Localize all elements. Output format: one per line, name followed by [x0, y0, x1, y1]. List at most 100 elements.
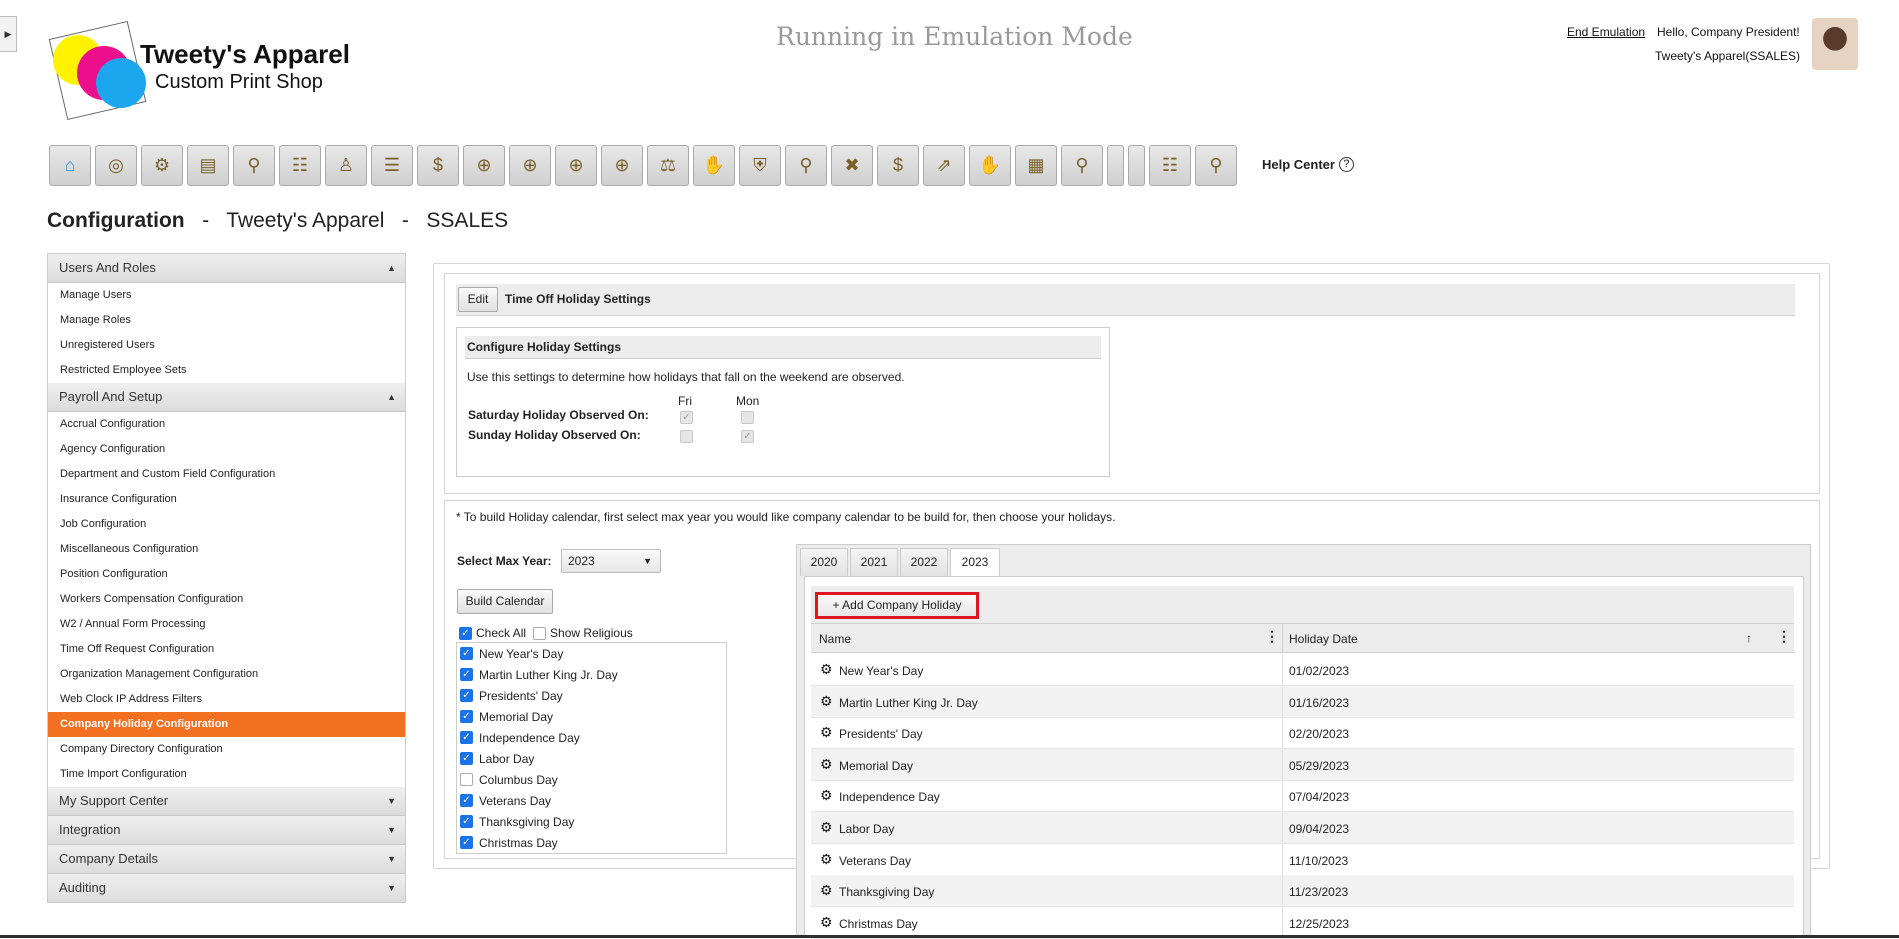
- sort-ascending-icon[interactable]: ↑: [1746, 631, 1752, 645]
- toolbar-button[interactable]: ▦: [1015, 145, 1057, 186]
- gear-icon[interactable]: ⚙: [820, 661, 833, 678]
- holiday-checkbox[interactable]: ✓: [460, 836, 473, 849]
- toolbar-button[interactable]: ⚲: [1195, 145, 1237, 186]
- column-header-name[interactable]: Name: [819, 632, 851, 646]
- sidebar-item[interactable]: Accrual Configuration: [48, 412, 405, 437]
- toolbar-button[interactable]: ⊕: [555, 145, 597, 186]
- side-panel-toggle[interactable]: ▶: [0, 16, 17, 52]
- toolbar-button[interactable]: ☰: [371, 145, 413, 186]
- sidebar-item[interactable]: Restricted Employee Sets: [48, 358, 405, 383]
- sidebar-section-header[interactable]: Company Details ▼: [48, 845, 405, 874]
- build-calendar-button[interactable]: Build Calendar: [457, 589, 553, 614]
- table-row[interactable]: ⚙ Martin Luther King Jr. Day 01/16/2023: [811, 685, 1794, 718]
- toolbar-button[interactable]: ⛨: [739, 145, 781, 186]
- toolbar-button[interactable]: ✖: [831, 145, 873, 186]
- sidebar-item[interactable]: Position Configuration: [48, 562, 405, 587]
- sidebar-item[interactable]: Company Directory Configuration: [48, 737, 405, 762]
- holiday-checklist-item[interactable]: ✓ New Year's Day: [457, 643, 726, 664]
- toolbar-button[interactable]: ▤: [187, 145, 229, 186]
- max-year-select[interactable]: 2023 ▼: [561, 549, 661, 573]
- table-row[interactable]: ⚙ Christmas Day 12/25/2023: [811, 906, 1794, 939]
- sidebar-item[interactable]: Insurance Configuration: [48, 487, 405, 512]
- sidebar-section-header[interactable]: Integration ▼: [48, 816, 405, 845]
- sunday-fri-checkbox[interactable]: [680, 430, 693, 443]
- toolbar-button[interactable]: [1128, 145, 1145, 186]
- check-all-checkbox[interactable]: ✓: [459, 626, 472, 640]
- holiday-checklist-item[interactable]: ✓ Thanksgiving Day: [457, 811, 726, 832]
- column-menu-icon[interactable]: ⋮: [1777, 628, 1791, 645]
- table-row[interactable]: ⚙ Presidents' Day 02/20/2023: [811, 717, 1794, 750]
- sidebar-section-header[interactable]: Users And Roles ▲: [48, 254, 405, 283]
- holiday-checkbox[interactable]: [460, 773, 473, 786]
- gear-icon[interactable]: ⚙: [820, 787, 833, 804]
- edit-button[interactable]: Edit: [458, 287, 498, 312]
- holiday-checkbox[interactable]: ✓: [460, 794, 473, 807]
- check-all-label[interactable]: Check All: [476, 626, 526, 640]
- holiday-checklist-item[interactable]: ✓ Labor Day: [457, 748, 726, 769]
- toolbar-button[interactable]: ⚖: [647, 145, 689, 186]
- sidebar-item[interactable]: Company Holiday Configuration: [48, 712, 405, 737]
- table-row[interactable]: ⚙ Veterans Day 11/10/2023: [811, 843, 1794, 876]
- sidebar-item[interactable]: Organization Management Configuration: [48, 662, 405, 687]
- tab-year-2022[interactable]: 2022: [900, 548, 948, 576]
- toolbar-button[interactable]: $: [877, 145, 919, 186]
- table-row[interactable]: ⚙ New Year's Day 01/02/2023: [811, 654, 1794, 686]
- gear-icon[interactable]: ⚙: [820, 882, 833, 899]
- toolbar-button[interactable]: ⊕: [463, 145, 505, 186]
- holiday-checklist-item[interactable]: ✓ Veterans Day: [457, 790, 726, 811]
- holiday-checkbox[interactable]: ✓: [460, 647, 473, 660]
- saturday-fri-checkbox[interactable]: ✓: [680, 411, 693, 424]
- sidebar-item[interactable]: Department and Custom Field Configuratio…: [48, 462, 405, 487]
- toolbar-button[interactable]: ⚲: [785, 145, 827, 186]
- avatar[interactable]: [1812, 18, 1858, 70]
- sidebar-item[interactable]: Miscellaneous Configuration: [48, 537, 405, 562]
- table-row[interactable]: ⚙ Labor Day 09/04/2023: [811, 812, 1794, 844]
- holiday-checklist-item[interactable]: ✓ Presidents' Day: [457, 685, 726, 706]
- sidebar-item[interactable]: Job Configuration: [48, 512, 405, 537]
- help-center-link[interactable]: Help Center ?: [1262, 157, 1354, 172]
- sidebar-section-header[interactable]: Payroll And Setup ▲: [48, 383, 405, 412]
- gear-icon[interactable]: ⚙: [820, 851, 833, 868]
- holiday-checkbox[interactable]: ✓: [460, 752, 473, 765]
- toolbar-button[interactable]: ✋: [693, 145, 735, 186]
- toolbar-button[interactable]: ☷: [279, 145, 321, 186]
- holiday-checklist-item[interactable]: ✓ Martin Luther King Jr. Day: [457, 664, 726, 685]
- sidebar-item[interactable]: Time Import Configuration: [48, 762, 405, 787]
- holiday-checkbox[interactable]: ✓: [460, 668, 473, 681]
- sidebar-section-header[interactable]: Auditing ▼: [48, 874, 405, 903]
- holiday-checklist-item[interactable]: ✓ Christmas Day: [457, 832, 726, 853]
- toolbar-button[interactable]: ⚲: [233, 145, 275, 186]
- holiday-checkbox[interactable]: ✓: [460, 689, 473, 702]
- sidebar-item[interactable]: Manage Roles: [48, 308, 405, 333]
- toolbar-button[interactable]: ⌂: [49, 145, 91, 186]
- sidebar-item[interactable]: Unregistered Users: [48, 333, 405, 358]
- toolbar-button[interactable]: ⊕: [509, 145, 551, 186]
- holiday-checkbox[interactable]: ✓: [460, 815, 473, 828]
- tab-year-2021[interactable]: 2021: [850, 548, 898, 576]
- gear-icon[interactable]: ⚙: [820, 724, 833, 741]
- table-row[interactable]: ⚙ Memorial Day 05/29/2023: [811, 748, 1794, 781]
- toolbar-button[interactable]: ♙: [325, 145, 367, 186]
- gear-icon[interactable]: ⚙: [820, 819, 833, 836]
- toolbar-button[interactable]: [1107, 145, 1124, 186]
- saturday-mon-checkbox[interactable]: [741, 411, 754, 424]
- sidebar-item[interactable]: Time Off Request Configuration: [48, 637, 405, 662]
- sidebar-item[interactable]: Agency Configuration: [48, 437, 405, 462]
- holiday-checklist-item[interactable]: ✓ Memorial Day: [457, 706, 726, 727]
- end-emulation-link[interactable]: End Emulation: [1567, 25, 1645, 39]
- holiday-checkbox[interactable]: ✓: [460, 710, 473, 723]
- tab-year-2020[interactable]: 2020: [800, 548, 848, 576]
- tab-year-2023[interactable]: 2023: [950, 548, 1000, 577]
- sidebar-item[interactable]: Workers Compensation Configuration: [48, 587, 405, 612]
- table-row[interactable]: ⚙ Thanksgiving Day 11/23/2023: [811, 875, 1794, 908]
- toolbar-button[interactable]: ✋: [969, 145, 1011, 186]
- toolbar-button[interactable]: ◎: [95, 145, 137, 186]
- toolbar-button[interactable]: ☷: [1149, 145, 1191, 186]
- toolbar-button[interactable]: ⚙: [141, 145, 183, 186]
- gear-icon[interactable]: ⚙: [820, 693, 833, 710]
- sidebar-item[interactable]: Web Clock IP Address Filters: [48, 687, 405, 712]
- toolbar-button[interactable]: ⇗: [923, 145, 965, 186]
- toolbar-button[interactable]: $: [417, 145, 459, 186]
- table-row[interactable]: ⚙ Independence Day 07/04/2023: [811, 780, 1794, 813]
- toolbar-button[interactable]: ⚲: [1061, 145, 1103, 186]
